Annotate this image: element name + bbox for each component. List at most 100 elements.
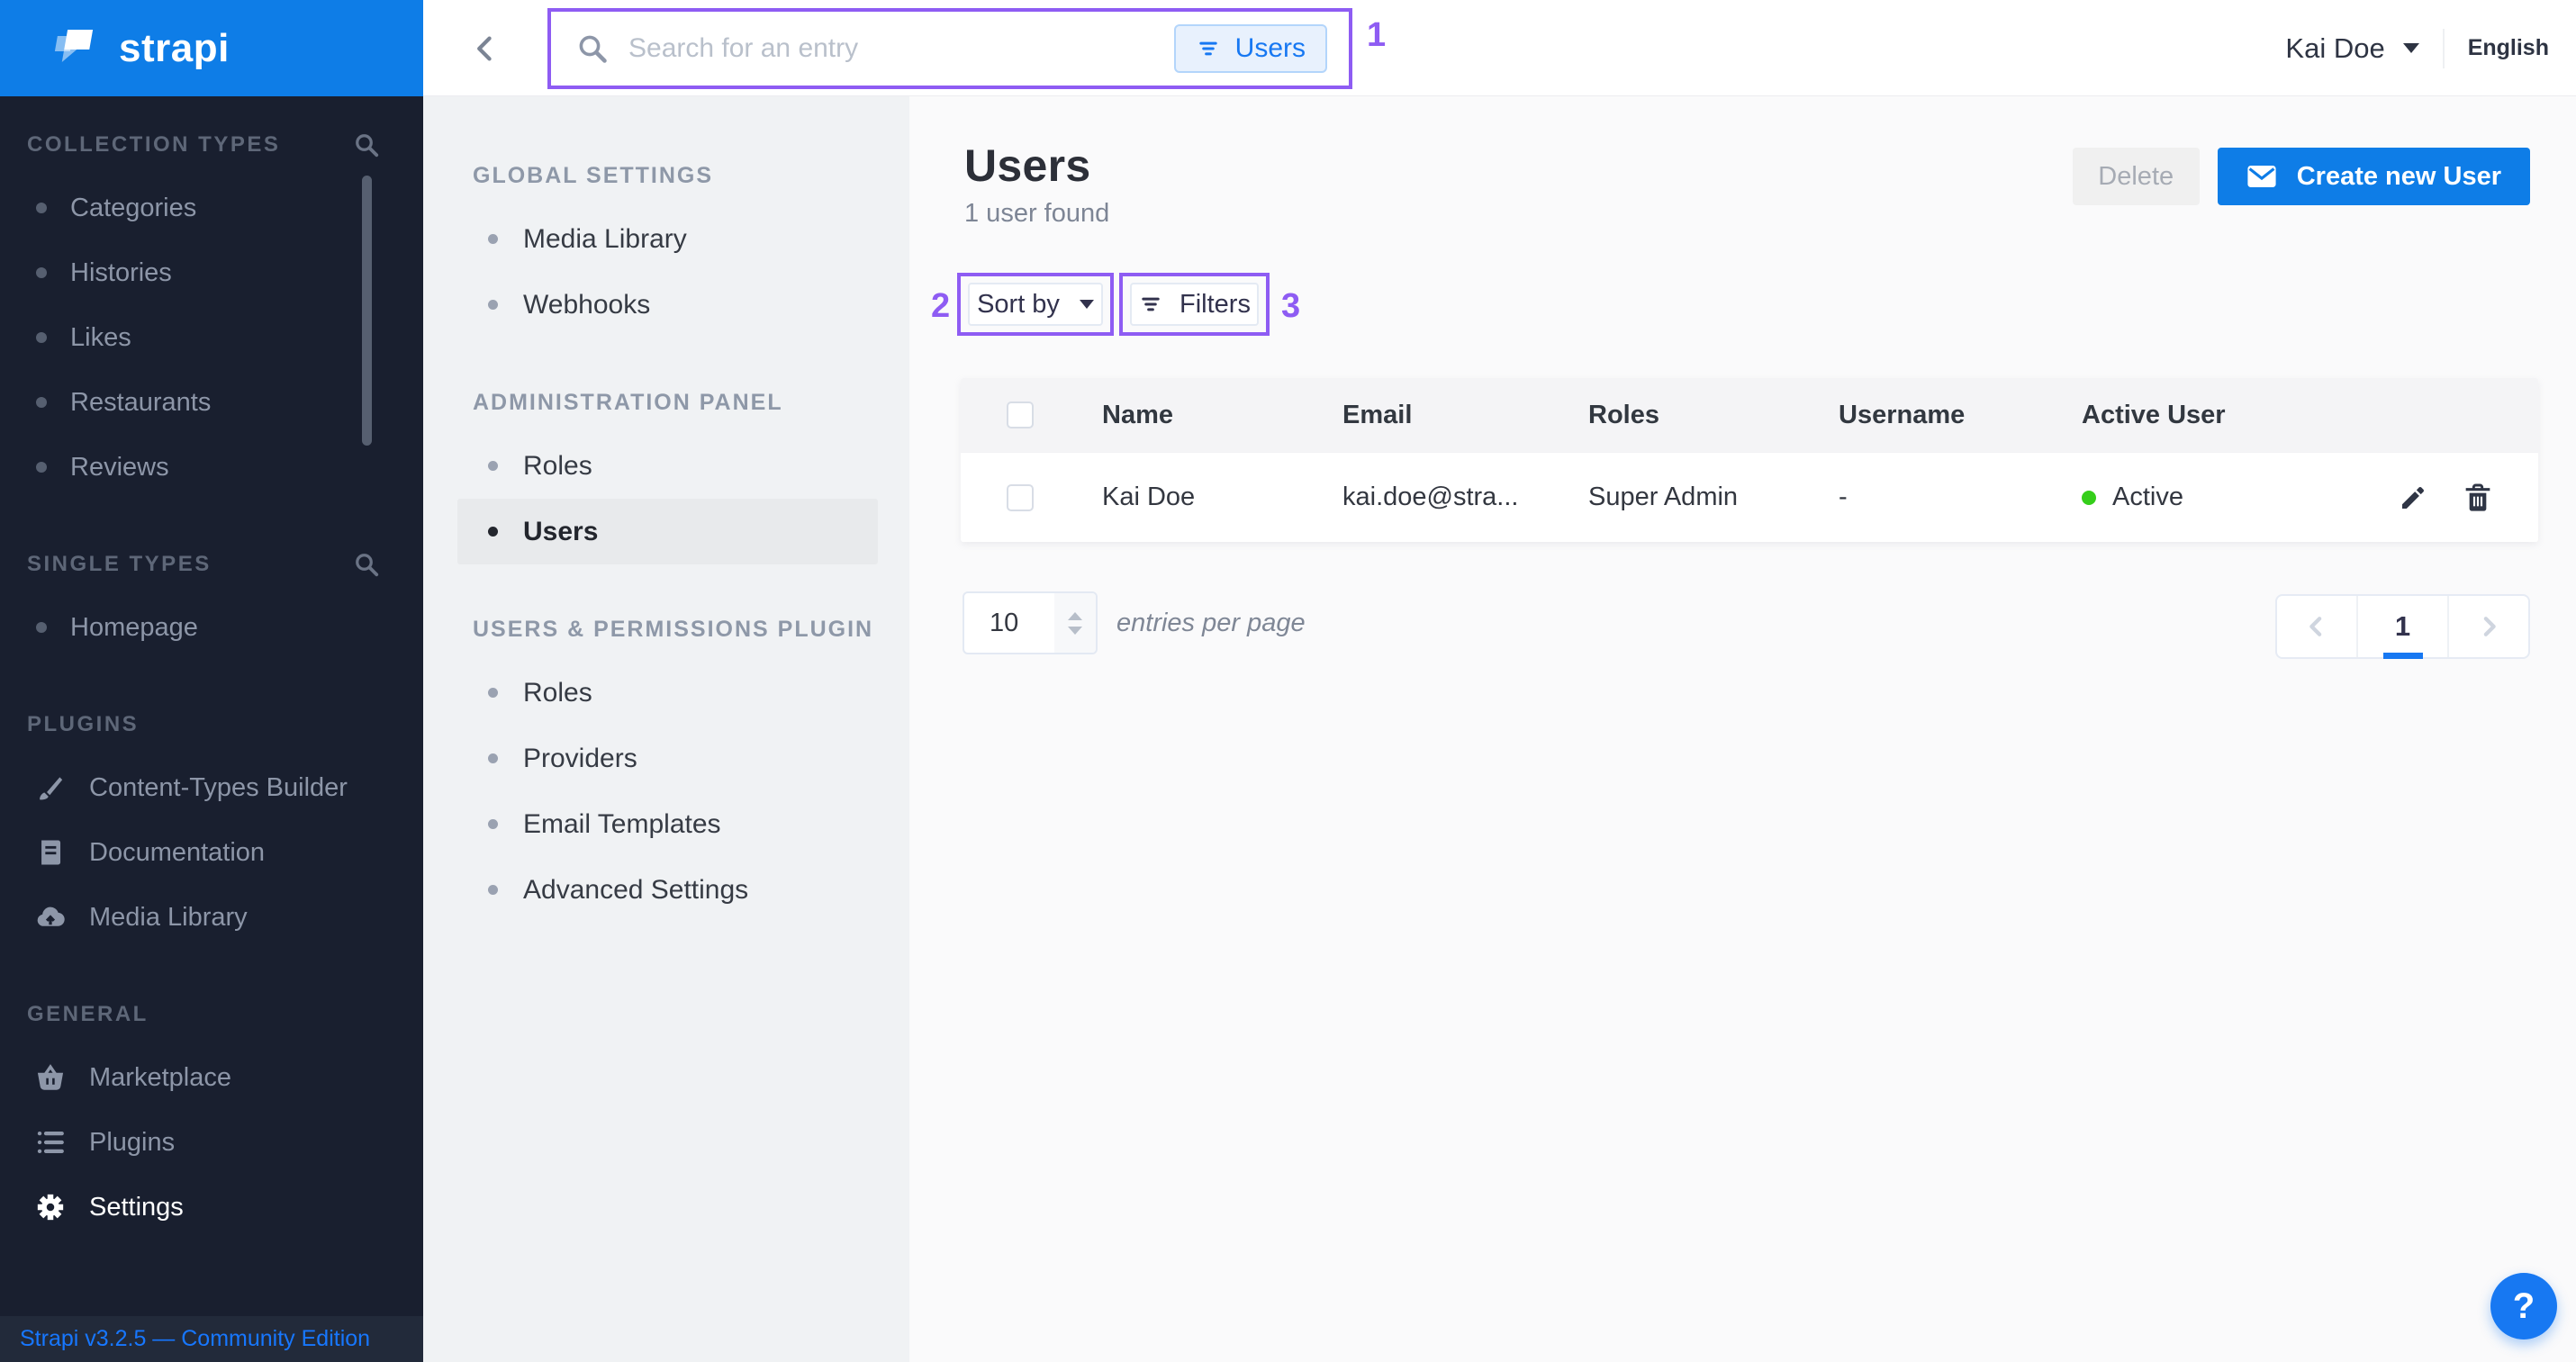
- bullet-icon: [488, 688, 498, 698]
- cloud-upload-icon: [33, 900, 68, 934]
- user-count-label: 1 user found: [964, 199, 1109, 229]
- filters-button[interactable]: Filters: [1130, 283, 1259, 326]
- single-types-heading: SINGLE TYPES: [27, 552, 212, 577]
- search-icon: [576, 32, 609, 65]
- strapi-version-link[interactable]: Strapi v3.2.5 — Community Edition: [20, 1326, 370, 1352]
- cell-roles: Super Admin: [1588, 483, 1839, 512]
- plugins-heading: PLUGINS: [27, 712, 139, 737]
- settings-item-roles-admin[interactable]: Roles: [423, 433, 909, 499]
- stepper-arrows-icon[interactable]: [1054, 593, 1096, 653]
- help-button[interactable]: ?: [2490, 1273, 2557, 1339]
- pagination: 1: [2275, 594, 2530, 659]
- entries-per-page-value: 10: [964, 609, 1054, 638]
- sidebar-section-general: GENERAL Marketplace Plugins: [0, 997, 423, 1240]
- envelope-icon: [2246, 164, 2277, 189]
- settings-section-global: GLOBAL SETTINGS Media Library Webhooks: [423, 156, 909, 338]
- bullet-icon: [36, 397, 47, 408]
- list-icon: [33, 1125, 68, 1159]
- settings-item-providers[interactable]: Providers: [423, 726, 909, 791]
- current-page-number: 1: [2395, 610, 2410, 643]
- chevron-down-icon: [2403, 43, 2419, 53]
- strapi-logo-text: strapi: [119, 26, 230, 71]
- delete-button[interactable]: Delete: [2073, 148, 2200, 205]
- sidebar-item-homepage[interactable]: Homepage: [0, 595, 423, 660]
- search-input[interactable]: [609, 33, 1174, 64]
- sidebar-item-marketplace[interactable]: Marketplace: [0, 1045, 423, 1110]
- sidebar-item-media-library[interactable]: Media Library: [0, 885, 423, 950]
- current-page-underline: [2383, 653, 2423, 659]
- entries-per-page-label: entries per page: [1116, 591, 1306, 654]
- settings-item-media-library[interactable]: Media Library: [423, 206, 909, 272]
- search-icon[interactable]: [353, 551, 380, 578]
- table-row[interactable]: Kai Doe kai.doe@stra... Super Admin - Ac…: [961, 452, 2538, 542]
- cell-email: kai.doe@stra...: [1342, 483, 1588, 512]
- column-header-name: Name: [1102, 401, 1342, 430]
- entries-per-page-select[interactable]: 10: [963, 591, 1098, 654]
- sort-annotation-box: Sort by: [957, 273, 1114, 336]
- page-head: Users 1 user found: [964, 140, 1109, 229]
- sidebar-item-documentation[interactable]: Documentation: [0, 820, 423, 885]
- annotation-3: 3: [1281, 287, 1300, 326]
- sidebar-section-plugins: PLUGINS Content-Types Builder Documentat…: [0, 707, 423, 950]
- annotation-2: 2: [931, 287, 950, 326]
- settings-item-webhooks[interactable]: Webhooks: [423, 272, 909, 338]
- sort-by-label: Sort by: [977, 290, 1060, 320]
- administration-panel-heading: ADMINISTRATION PANEL: [423, 383, 909, 422]
- chevron-left-icon: [471, 33, 502, 64]
- settings-item-advanced-settings[interactable]: Advanced Settings: [423, 857, 909, 923]
- sidebar-section-collection-types: COLLECTION TYPES Categories Histories Li…: [0, 127, 423, 500]
- settings-section-users-permissions: USERS & PERMISSIONS PLUGIN Roles Provide…: [423, 609, 909, 923]
- active-status-dot: [2082, 491, 2096, 505]
- strapi-logo[interactable]: strapi: [0, 0, 423, 96]
- cell-active-status: Active: [2082, 483, 2361, 512]
- user-name: Kai Doe: [2285, 32, 2384, 65]
- sidebar-scrollbar[interactable]: [362, 176, 372, 446]
- pagination-page-1[interactable]: 1: [2356, 596, 2449, 657]
- users-table: Name Email Roles Username Active User Ka…: [961, 378, 2538, 542]
- sidebar-item-content-types-builder[interactable]: Content-Types Builder: [0, 755, 423, 820]
- bullet-icon: [488, 461, 498, 471]
- sidebar-item-plugins[interactable]: Plugins: [0, 1110, 423, 1175]
- delete-trash-icon[interactable]: [2463, 483, 2493, 513]
- search-scope-tag[interactable]: Users: [1174, 24, 1327, 73]
- select-all-checkbox[interactable]: [1007, 401, 1034, 428]
- back-button[interactable]: [466, 29, 506, 68]
- sidebar-item-histories[interactable]: Histories: [0, 240, 423, 305]
- bullet-icon: [488, 527, 498, 537]
- settings-item-users[interactable]: Users: [457, 499, 878, 564]
- settings-item-roles-plugin[interactable]: Roles: [423, 660, 909, 726]
- sort-by-button[interactable]: Sort by: [968, 283, 1103, 326]
- pagination-next-button[interactable]: [2449, 596, 2528, 657]
- bullet-icon: [36, 622, 47, 633]
- create-new-user-button[interactable]: Create new User: [2218, 148, 2530, 205]
- strapi-logo-icon: [50, 25, 97, 72]
- search-icon[interactable]: [353, 131, 380, 158]
- help-question-mark: ?: [2513, 1286, 2535, 1327]
- sidebar-item-settings[interactable]: Settings: [0, 1175, 423, 1240]
- filters-label: Filters: [1180, 290, 1251, 320]
- sidebar-item-restaurants[interactable]: Restaurants: [0, 370, 423, 435]
- sidebar-item-categories[interactable]: Categories: [0, 176, 423, 240]
- table-header-row: Name Email Roles Username Active User: [961, 378, 2538, 452]
- basket-icon: [33, 1060, 68, 1095]
- column-header-username: Username: [1839, 401, 2082, 430]
- edit-pencil-icon[interactable]: [2398, 483, 2428, 513]
- user-menu-dropdown[interactable]: Kai Doe: [2285, 32, 2418, 65]
- chevron-down-icon: [1080, 300, 1094, 309]
- brush-icon: [33, 771, 68, 805]
- bullet-icon: [488, 819, 498, 829]
- top-header: Users 1 Kai Doe English: [423, 0, 2576, 96]
- sidebar-item-reviews[interactable]: Reviews: [0, 435, 423, 500]
- pagination-prev-button[interactable]: [2277, 596, 2356, 657]
- language-selector[interactable]: English: [2468, 35, 2549, 61]
- header-actions: Delete Create new User: [2073, 148, 2530, 205]
- bullet-icon: [488, 753, 498, 763]
- settings-item-email-templates[interactable]: Email Templates: [423, 791, 909, 857]
- sidebar-item-likes[interactable]: Likes: [0, 305, 423, 370]
- create-new-user-label: Create new User: [2297, 162, 2501, 192]
- global-settings-heading: GLOBAL SETTINGS: [423, 156, 909, 195]
- chevron-left-icon: [2303, 613, 2330, 640]
- page-title: Users: [964, 140, 1109, 192]
- row-checkbox[interactable]: [1007, 484, 1034, 511]
- settings-sub-nav: GLOBAL SETTINGS Media Library Webhooks A…: [423, 96, 909, 1362]
